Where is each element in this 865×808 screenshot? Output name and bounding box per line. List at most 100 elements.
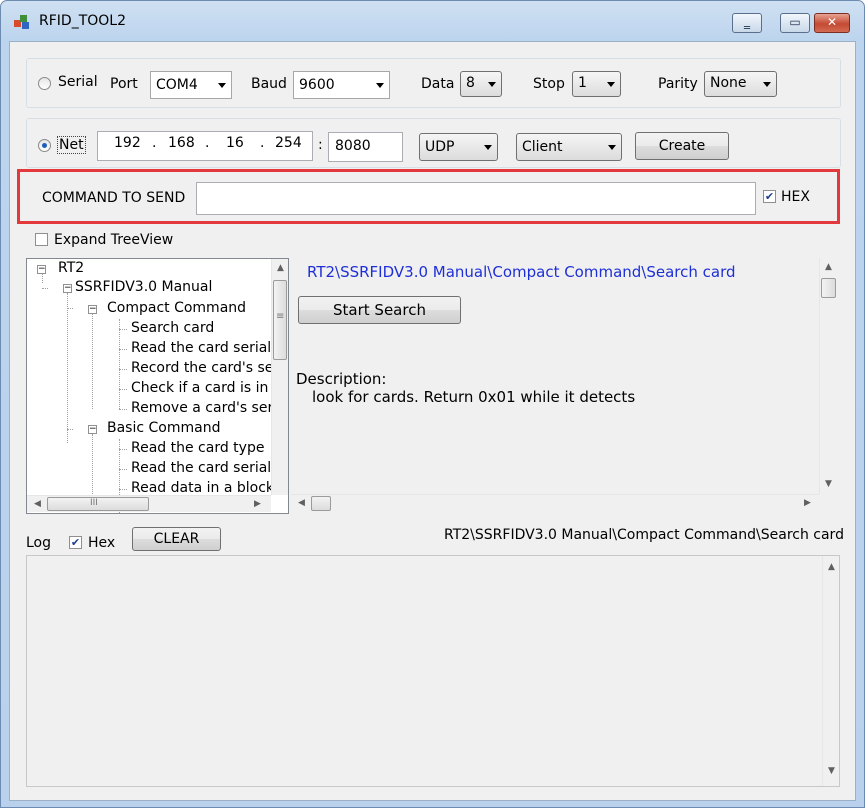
tree-item-search-card[interactable]: Search card: [131, 320, 214, 336]
baud-label: Baud: [251, 76, 287, 92]
chevron-down-icon: [218, 83, 226, 88]
log-output[interactable]: ▲ ▼: [26, 555, 840, 787]
port-colon: :: [318, 137, 323, 153]
tree-hscroll-thumb[interactable]: III: [47, 497, 149, 511]
detail-vscrollbar[interactable]: ▲ ▼: [819, 258, 836, 494]
net-radio[interactable]: [38, 139, 51, 152]
close-icon: ✕: [826, 15, 838, 29]
chevron-down-icon: [607, 82, 615, 87]
tree-connector: [119, 319, 120, 409]
scroll-right-icon[interactable]: ▶: [249, 499, 266, 509]
create-button[interactable]: Create: [635, 132, 729, 160]
start-search-button[interactable]: Start Search: [298, 296, 461, 324]
tree-item-read-block[interactable]: Read data in a block: [131, 480, 274, 496]
port-label: Port: [110, 76, 138, 92]
ip-dot: .: [205, 135, 210, 151]
tree-connector: [119, 469, 127, 470]
data-select[interactable]: 8: [460, 71, 502, 97]
protocol-select[interactable]: UDP: [419, 133, 498, 161]
net-port-field[interactable]: 8080: [328, 132, 403, 162]
ip-address-field[interactable]: 192 . 168 . 16 . 254: [97, 131, 313, 161]
chevron-down-icon: [484, 145, 492, 150]
scroll-down-icon[interactable]: ▼: [823, 766, 839, 776]
data-label: Data: [421, 76, 455, 92]
data-value: 8: [466, 75, 475, 91]
ip-octet-3: 16: [226, 135, 244, 151]
hex-label: HEX: [781, 189, 810, 205]
tree-view[interactable]: − RT2 − SSRFIDV3.0 Manual − Compact Comm…: [26, 258, 289, 514]
scroll-up-icon[interactable]: ▲: [272, 263, 288, 273]
tree-hscrollbar[interactable]: ◀ III ▶: [27, 495, 271, 512]
window-title: RFID_TOOL2: [39, 13, 126, 29]
serial-label: Serial: [58, 74, 98, 90]
scroll-up-icon[interactable]: ▲: [823, 562, 839, 572]
tree-connector: [119, 369, 127, 370]
tree-item-check-card[interactable]: Check if a card is in: [131, 380, 268, 396]
tree-item-read-card-serial[interactable]: Read the card serial: [131, 340, 271, 356]
collapse-icon[interactable]: −: [88, 425, 97, 434]
tree-vscrollbar[interactable]: ▲ ≡: [271, 259, 288, 495]
tree-connector: [42, 273, 43, 283]
clear-button[interactable]: CLEAR: [132, 527, 221, 551]
log-label: Log: [26, 535, 52, 551]
tree-connector: [119, 489, 127, 490]
expand-treeview-checkbox[interactable]: [35, 233, 48, 246]
baud-select[interactable]: 9600: [293, 71, 390, 99]
stop-label: Stop: [533, 76, 565, 92]
collapse-icon[interactable]: −: [63, 284, 72, 293]
ip-dot: .: [152, 135, 157, 151]
collapse-icon[interactable]: −: [88, 305, 97, 314]
port-select[interactable]: COM4: [150, 71, 232, 99]
tree-item-read-card-type[interactable]: Read the card type: [131, 440, 264, 456]
tree-item-manual[interactable]: SSRFIDV3.0 Manual: [75, 279, 212, 295]
tree-connector: [119, 449, 127, 450]
tree-item-compact-command[interactable]: Compact Command: [107, 300, 246, 316]
net-group: Net 192 . 168 . 16 . 254 : 8080 UDP Clie…: [26, 118, 841, 168]
tree-vscroll-thumb[interactable]: ≡: [273, 280, 287, 360]
collapse-icon[interactable]: −: [37, 265, 46, 274]
app-icon: [14, 15, 29, 29]
tree-item-basic-command[interactable]: Basic Command: [107, 420, 220, 436]
role-value: Client: [522, 139, 563, 155]
chevron-down-icon: [763, 82, 771, 87]
description-body: look for cards. Return 0x01 while it det…: [312, 388, 636, 406]
stop-select[interactable]: 1: [572, 71, 621, 97]
parity-select[interactable]: None: [704, 71, 777, 97]
scroll-down-icon[interactable]: ▼: [820, 479, 837, 489]
ip-octet-2: 168: [168, 135, 195, 151]
protocol-value: UDP: [425, 139, 455, 155]
close-button[interactable]: ✕: [814, 13, 850, 33]
command-label: COMMAND TO SEND: [42, 190, 186, 206]
grip-icon: III: [90, 498, 98, 508]
detail-hscroll-thumb[interactable]: [311, 496, 331, 511]
baud-value: 9600: [299, 77, 335, 93]
tree-connector: [119, 349, 127, 350]
parity-value: None: [710, 75, 747, 91]
hex-checkbox[interactable]: ✔: [763, 190, 776, 203]
description-heading: Description:: [296, 370, 387, 388]
scroll-right-icon[interactable]: ▶: [799, 498, 816, 508]
scroll-left-icon[interactable]: ◀: [29, 499, 46, 509]
detail-hscrollbar[interactable]: ◀ ▶: [291, 494, 819, 511]
log-hex-checkbox[interactable]: ✔: [69, 536, 82, 549]
scroll-up-icon[interactable]: ▲: [820, 262, 837, 272]
serial-radio[interactable]: [38, 77, 51, 90]
chevron-down-icon: [488, 82, 496, 87]
tree-item-record-card[interactable]: Record the card's se: [131, 360, 273, 376]
minimize-button[interactable]: ‗: [732, 13, 762, 33]
stop-value: 1: [578, 75, 587, 91]
tree-connector: [119, 329, 127, 330]
chevron-down-icon: [608, 145, 616, 150]
command-input[interactable]: [196, 182, 756, 215]
tree-item-read-card-serial-2[interactable]: Read the card serial: [131, 460, 271, 476]
detail-vscroll-thumb[interactable]: [821, 278, 836, 298]
log-vscrollbar[interactable]: ▲ ▼: [822, 556, 839, 786]
maximize-button[interactable]: ▭: [780, 13, 810, 33]
tree-item-rt2[interactable]: RT2: [58, 260, 84, 276]
app-window: RFID_TOOL2 ‗ ▭ ✕ Serial Port COM4 Baud 9…: [0, 0, 865, 808]
scroll-left-icon[interactable]: ◀: [293, 498, 310, 508]
role-select[interactable]: Client: [516, 133, 622, 161]
tree-item-remove-card[interactable]: Remove a card's ser: [131, 400, 273, 416]
title-bar[interactable]: RFID_TOOL2 ‗ ▭ ✕: [1, 1, 864, 41]
net-label: Net: [57, 136, 86, 154]
